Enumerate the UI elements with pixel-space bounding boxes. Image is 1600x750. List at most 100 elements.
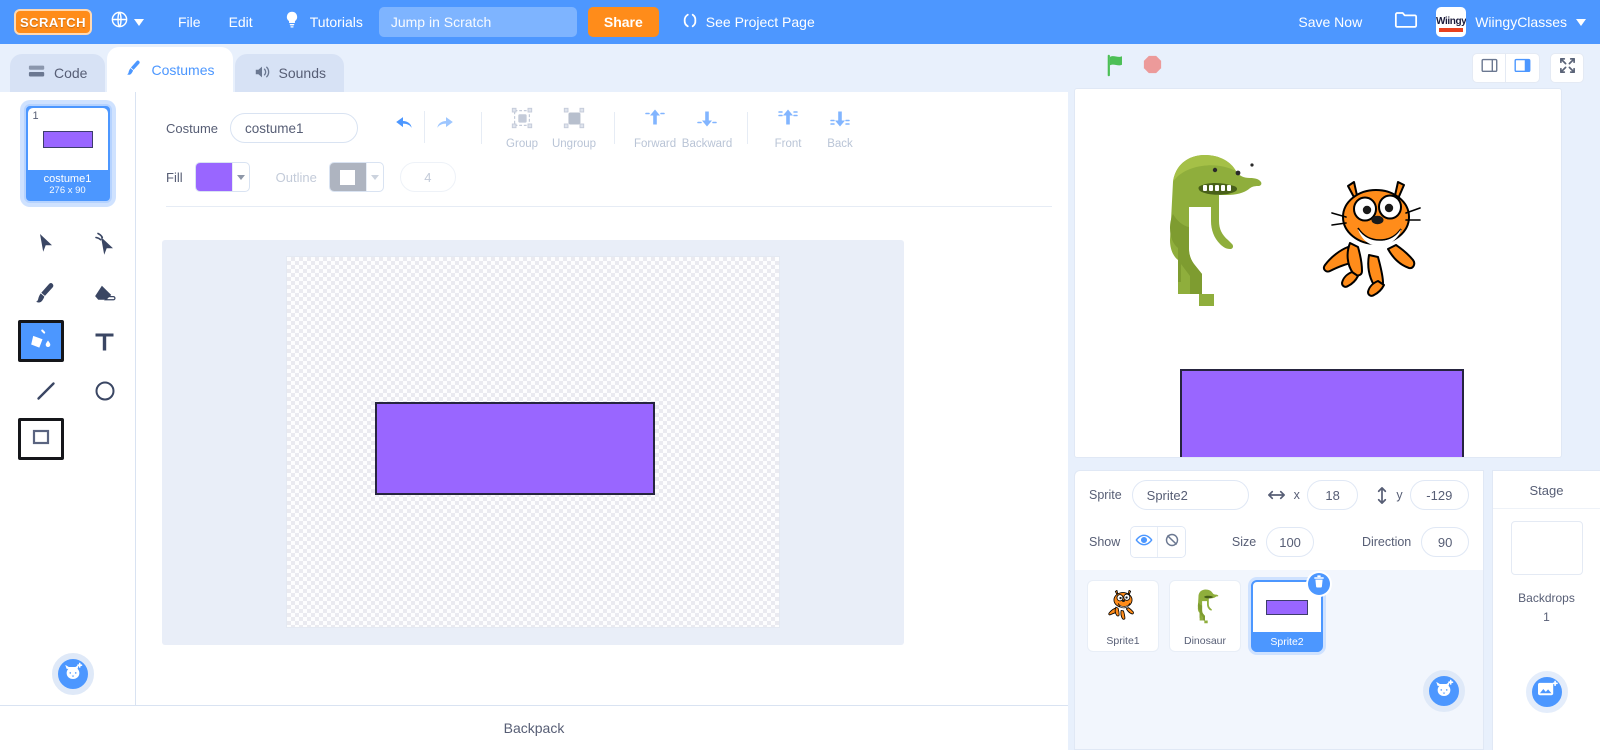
front-button[interactable]: Front bbox=[762, 106, 814, 150]
sprite-card-sprite2[interactable]: Sprite2 bbox=[1251, 573, 1330, 652]
brush-tool[interactable] bbox=[18, 271, 73, 320]
chevron-down-icon bbox=[134, 13, 144, 31]
circle-tool[interactable] bbox=[77, 369, 132, 418]
cat-thumbnail-icon bbox=[1108, 589, 1134, 620]
arrow-cursor-icon bbox=[35, 232, 57, 261]
large-stage-button[interactable] bbox=[1506, 53, 1540, 83]
ungroup-button[interactable]: Ungroup bbox=[548, 106, 600, 150]
avatar-text: Wiingy bbox=[1436, 16, 1467, 27]
add-sprite-cat-icon bbox=[1433, 679, 1455, 704]
undo-redo-divider bbox=[424, 111, 426, 143]
text-t-icon bbox=[93, 330, 116, 359]
green-flag-button[interactable] bbox=[1104, 53, 1129, 83]
direction-input[interactable]: 90 bbox=[1421, 527, 1469, 557]
fullscreen-button[interactable] bbox=[1550, 53, 1584, 83]
menu-file[interactable]: File bbox=[164, 8, 215, 36]
menu-tutorials[interactable]: Tutorials bbox=[283, 8, 365, 36]
sprite-list-panel: Sprite1 Dinosaur Sprite2 bbox=[1074, 570, 1484, 750]
stop-button[interactable] bbox=[1141, 54, 1164, 82]
account-menu[interactable]: Wiingy WiingyClasses bbox=[1436, 7, 1586, 37]
size-label: Size bbox=[1231, 535, 1257, 549]
stop-sign-icon bbox=[1141, 54, 1164, 82]
speaker-icon bbox=[253, 64, 271, 83]
show-visible-button[interactable] bbox=[1131, 527, 1159, 557]
stroke-width-input[interactable]: 4 bbox=[399, 162, 456, 192]
green-flag-icon bbox=[1104, 53, 1129, 83]
group-button[interactable]: Group bbox=[496, 106, 548, 150]
add-costume-button[interactable] bbox=[52, 653, 94, 695]
sprite-thumbnail bbox=[1170, 581, 1240, 631]
backward-label: Backward bbox=[681, 138, 733, 150]
see-project-page-button[interactable]: See Project Page bbox=[670, 6, 827, 38]
stage-backdrop-thumbnail[interactable] bbox=[1510, 521, 1583, 575]
costume-thumbnail: 1 bbox=[27, 108, 108, 170]
dinosaur-on-stage[interactable] bbox=[1137, 144, 1267, 314]
chevron-down-icon bbox=[1576, 13, 1586, 31]
add-backdrop-button[interactable] bbox=[1526, 671, 1568, 713]
costume-dimensions-label: 276 x 90 bbox=[49, 185, 86, 196]
x-position-input[interactable]: 18 bbox=[1306, 480, 1359, 510]
text-tool[interactable] bbox=[77, 320, 132, 369]
stage-view[interactable] bbox=[1074, 88, 1562, 458]
backpack-label: Backpack bbox=[503, 720, 565, 736]
tab-code[interactable]: Code bbox=[10, 54, 106, 92]
sprite-thumbnail bbox=[1088, 581, 1158, 631]
purple-rectangle-shape[interactable] bbox=[375, 402, 655, 495]
rectangle-thumbnail-icon bbox=[1266, 599, 1308, 615]
backward-button[interactable]: Backward bbox=[681, 106, 733, 150]
backward-arrow-icon bbox=[696, 106, 718, 135]
reshape-tool[interactable] bbox=[77, 222, 132, 271]
my-stuff-folder-button[interactable] bbox=[1394, 9, 1418, 35]
save-now-button[interactable]: Save Now bbox=[1288, 8, 1372, 36]
avatar-bar bbox=[1439, 28, 1464, 32]
back-arrow-icon bbox=[829, 106, 851, 135]
forward-button[interactable]: Forward bbox=[629, 106, 681, 150]
y-label: y bbox=[1396, 488, 1403, 502]
delete-sprite-button[interactable] bbox=[1308, 573, 1330, 595]
redo-icon bbox=[434, 116, 458, 141]
forward-arrow-icon bbox=[644, 106, 666, 135]
front-label: Front bbox=[774, 138, 802, 150]
rectangle-tool[interactable] bbox=[18, 418, 64, 460]
undo-icon bbox=[391, 116, 415, 141]
dinosaur-thumbnail-icon bbox=[1197, 589, 1219, 624]
size-input[interactable]: 100 bbox=[1266, 527, 1314, 557]
editor-tabs: Code Costumes Sounds bbox=[0, 44, 1068, 92]
costume-list-item[interactable]: 1 costume1 276 x 90 bbox=[23, 104, 112, 203]
line-tool[interactable] bbox=[18, 369, 73, 418]
menu-tutorials-label: Tutorials bbox=[309, 14, 363, 30]
ungroup-label: Ungroup bbox=[551, 138, 597, 150]
paint-canvas[interactable] bbox=[286, 256, 780, 628]
cat-on-stage[interactable] bbox=[1318, 177, 1434, 301]
share-button[interactable]: Share bbox=[587, 7, 659, 37]
sprite-card-sprite1[interactable]: Sprite1 bbox=[1087, 580, 1159, 652]
project-title-input[interactable] bbox=[378, 7, 577, 37]
fill-color-picker[interactable] bbox=[194, 162, 250, 192]
eraser-tool[interactable] bbox=[77, 271, 132, 320]
paint-tool-palette bbox=[18, 222, 136, 460]
language-selector[interactable] bbox=[110, 10, 144, 34]
backpack-bar[interactable]: Backpack bbox=[0, 705, 1068, 750]
outline-color-picker[interactable] bbox=[328, 162, 384, 192]
scratch-logo-text: SCRATCH bbox=[19, 14, 87, 30]
sprite-card-dinosaur[interactable]: Dinosaur bbox=[1169, 580, 1241, 652]
undo-button[interactable] bbox=[386, 111, 420, 145]
back-button[interactable]: Back bbox=[814, 106, 866, 150]
fill-tool[interactable] bbox=[18, 320, 64, 362]
show-hidden-button[interactable] bbox=[1158, 527, 1185, 557]
costume-name-input[interactable] bbox=[230, 113, 359, 143]
menu-edit[interactable]: Edit bbox=[215, 8, 267, 36]
scratch-logo[interactable]: SCRATCH bbox=[14, 9, 92, 35]
tab-sounds[interactable]: Sounds bbox=[234, 54, 344, 92]
line-icon bbox=[34, 379, 58, 408]
tab-costumes[interactable]: Costumes bbox=[107, 47, 233, 92]
purple-rectangle-on-stage[interactable] bbox=[1180, 369, 1464, 457]
small-stage-button[interactable] bbox=[1472, 53, 1506, 83]
paint-canvas-area[interactable] bbox=[162, 240, 904, 645]
sprite-name-input[interactable]: Sprite2 bbox=[1131, 480, 1249, 510]
y-position-input[interactable]: -129 bbox=[1409, 480, 1469, 510]
lightbulb-icon bbox=[283, 10, 301, 34]
add-sprite-button[interactable] bbox=[1423, 670, 1465, 712]
redo-button[interactable] bbox=[429, 111, 463, 145]
select-tool[interactable] bbox=[18, 222, 73, 271]
